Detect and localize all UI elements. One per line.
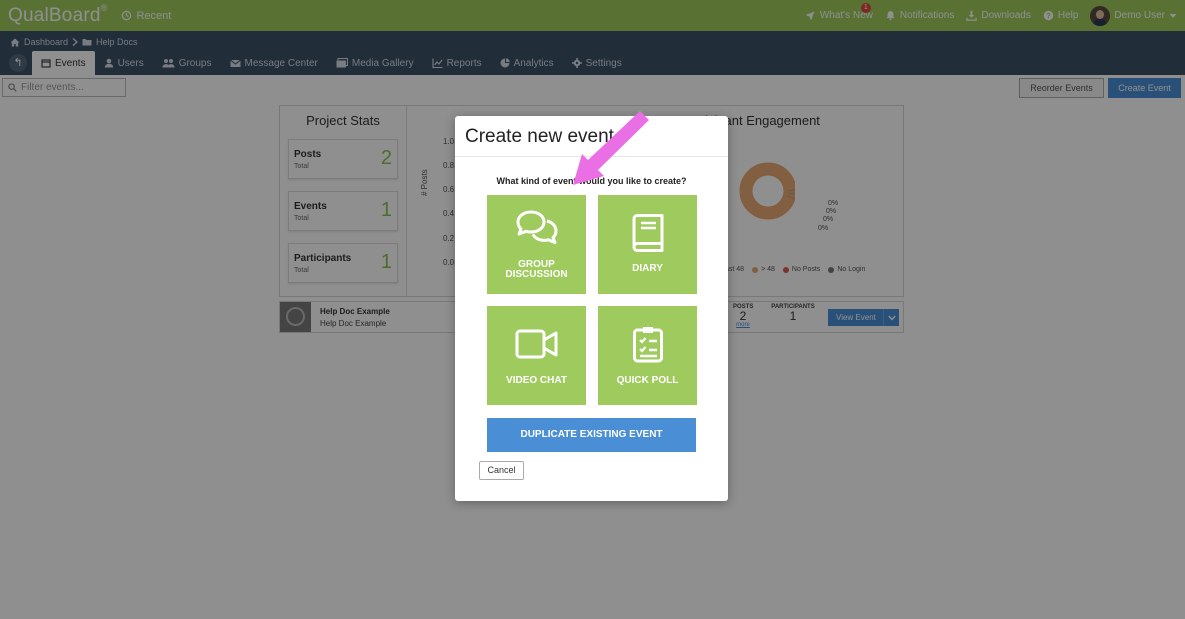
duplicate-event-button[interactable]: DUPLICATE EXISTING EVENT: [487, 418, 696, 452]
event-type-question: What kind of event would you like to cre…: [496, 176, 687, 186]
group-discussion-tile[interactable]: GROUP DISCUSSION: [487, 195, 586, 294]
video-camera-icon: [487, 328, 586, 360]
diary-tile[interactable]: DIARY: [598, 195, 697, 294]
book-icon: [598, 214, 697, 252]
cancel-button[interactable]: Cancel: [479, 461, 524, 480]
create-event-modal: Create new event What kind of event woul…: [455, 116, 728, 501]
chat-bubbles-icon: [487, 209, 586, 245]
modal-title: Create new event: [465, 126, 614, 147]
quick-poll-tile[interactable]: QUICK POLL: [598, 306, 697, 405]
video-chat-tile[interactable]: VIDEO CHAT: [487, 306, 586, 405]
divider: [455, 156, 728, 157]
clipboard-checklist-icon: [598, 325, 697, 363]
